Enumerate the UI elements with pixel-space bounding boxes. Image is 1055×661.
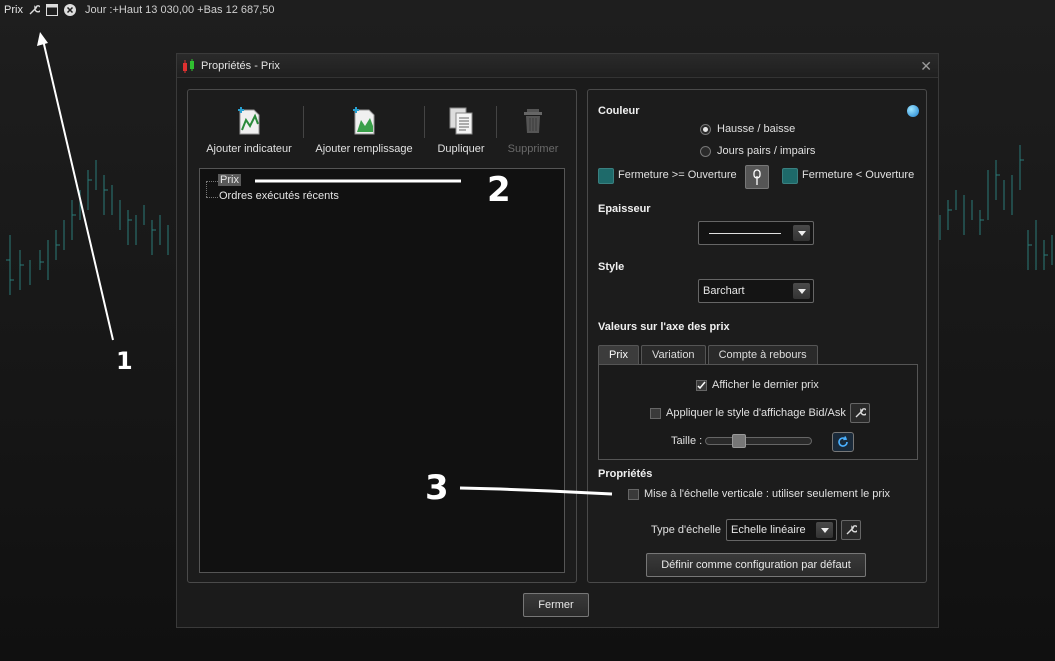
add-indicator-label: Ajouter indicateur [206, 143, 292, 155]
style-heading: Style [598, 261, 625, 273]
apply-bidask-checkbox[interactable]: Appliquer le style d'affichage Bid/Ask [650, 407, 846, 419]
set-default-button[interactable]: Définir comme configuration par défaut [646, 553, 866, 577]
toolbar-separator [496, 106, 497, 138]
dialog-titlebar[interactable]: Propriétés - Prix ✕ [177, 54, 938, 78]
add-fill-label: Ajouter remplissage [315, 143, 413, 155]
window-icon[interactable] [45, 3, 59, 17]
layers-tree: Prix Ordres exécutés récents [199, 168, 565, 573]
color-swatch-up[interactable] [598, 168, 614, 184]
vertical-scale-checkbox[interactable]: Mise à l'échelle verticale : utiliser se… [628, 488, 890, 500]
properties-panel: Couleur Hausse / baisse Jours pairs / im… [587, 89, 927, 583]
duplicate-button[interactable]: Dupliquer [432, 106, 490, 155]
style-value: Barchart [703, 285, 745, 297]
radio-indicator [700, 123, 711, 135]
show-last-price-checkbox[interactable]: Afficher le dernier prix [696, 379, 819, 391]
axis-tab-content: Afficher le dernier prix Appliquer le st… [598, 364, 918, 460]
epaisseur-heading: Epaisseur [598, 203, 651, 215]
checkbox-box [650, 407, 661, 419]
radio-jours-pairs[interactable]: Jours pairs / impairs [700, 145, 815, 157]
duplicate-icon [449, 107, 473, 135]
slider-thumb[interactable] [732, 434, 746, 448]
dialog-title: Propriétés - Prix [201, 59, 280, 72]
radio-label: Jours pairs / impairs [717, 145, 816, 157]
wrench-icon[interactable] [27, 3, 41, 17]
add-fill-button[interactable]: Ajouter remplissage [312, 106, 416, 155]
close-button[interactable]: Fermer [523, 593, 589, 617]
chevron-down-icon [793, 283, 810, 299]
add-fill-icon [353, 107, 375, 135]
radio-hausse-baisse[interactable]: Hausse / baisse [700, 123, 795, 135]
apply-bidask-label: Appliquer le style d'affichage Bid/Ask [666, 407, 846, 419]
wrench-icon [846, 525, 857, 535]
swatch-up-label: Fermeture >= Ouverture [618, 169, 737, 181]
tab-prix[interactable]: Prix [598, 345, 639, 364]
chart-high-low-info: Jour :+Haut 13 030,00 +Bas 12 687,50 [84, 4, 275, 16]
duplicate-label: Dupliquer [437, 143, 485, 155]
scale-type-dropdown[interactable]: Echelle linéaire [726, 519, 837, 541]
couleur-heading: Couleur [598, 105, 640, 117]
add-indicator-button[interactable]: Ajouter indicateur [204, 106, 294, 155]
toolbar-separator [303, 106, 304, 138]
close-icon[interactable] [63, 3, 77, 17]
tree-connector [206, 197, 218, 198]
tree-connector [206, 181, 218, 182]
axe-heading: Valeurs sur l'axe des prix [598, 321, 730, 333]
line-width-preview [709, 232, 781, 234]
axis-tabs: Prix Variation Compte à rebours [598, 345, 820, 364]
dialog-close-icon[interactable]: ✕ [920, 58, 932, 75]
wrench-icon [855, 408, 866, 418]
trash-icon [524, 109, 542, 133]
size-label: Taille : [671, 435, 703, 447]
chart-title[interactable]: Prix [4, 4, 23, 16]
layers-panel: Ajouter indicateur Ajouter remplissage D [187, 89, 577, 583]
tree-item-prix[interactable]: Prix [218, 174, 241, 186]
checkmark-icon [696, 379, 707, 391]
tab-variation[interactable]: Variation [640, 345, 706, 364]
tab-compte-a-rebours[interactable]: Compte à rebours [707, 345, 818, 364]
radio-indicator [700, 145, 711, 157]
style-dropdown[interactable]: Barchart [698, 279, 814, 303]
add-indicator-icon [238, 107, 260, 135]
refresh-icon [838, 436, 848, 447]
delete-button[interactable]: Supprimer [504, 106, 562, 155]
vertical-scale-label: Mise à l'échelle verticale : utiliser se… [644, 488, 891, 500]
link-icon[interactable] [745, 165, 769, 189]
reset-size-button[interactable] [832, 432, 854, 452]
delete-label: Supprimer [507, 143, 559, 155]
tree-item-recent-orders[interactable]: Ordres exécutés récents [219, 190, 339, 202]
checkbox-box [628, 488, 639, 500]
info-icon[interactable] [907, 105, 919, 117]
line-width-dropdown[interactable] [698, 221, 814, 245]
chevron-down-icon [816, 522, 833, 538]
swatch-down-label: Fermeture < Ouverture [802, 169, 915, 181]
scale-settings-button[interactable] [841, 520, 861, 540]
toolbar-separator [424, 106, 425, 138]
size-slider[interactable] [705, 434, 812, 448]
bidask-settings-button[interactable] [850, 403, 870, 423]
candlestick-icon [183, 58, 194, 73]
layers-toolbar: Ajouter indicateur Ajouter remplissage D [188, 90, 576, 165]
annotation-number-2: 2 [487, 170, 511, 210]
chart-header: Prix Jour :+Haut 13 030,00 +Bas 12 687,5… [0, 0, 1055, 20]
tree-connector [206, 181, 207, 197]
chevron-down-icon [793, 225, 810, 241]
show-last-price-label: Afficher le dernier prix [712, 379, 819, 391]
radio-label: Hausse / baisse [717, 123, 796, 135]
annotation-number-3: 3 [425, 468, 449, 508]
color-swatch-down[interactable] [782, 168, 798, 184]
annotation-number-1: 1 [116, 347, 133, 375]
scale-type-value: Echelle linéaire [731, 524, 806, 536]
proprietes-heading: Propriétés [598, 468, 653, 480]
scale-type-label: Type d'échelle [651, 524, 721, 536]
properties-dialog: Propriétés - Prix ✕ Ajouter indicateur A… [176, 53, 939, 628]
